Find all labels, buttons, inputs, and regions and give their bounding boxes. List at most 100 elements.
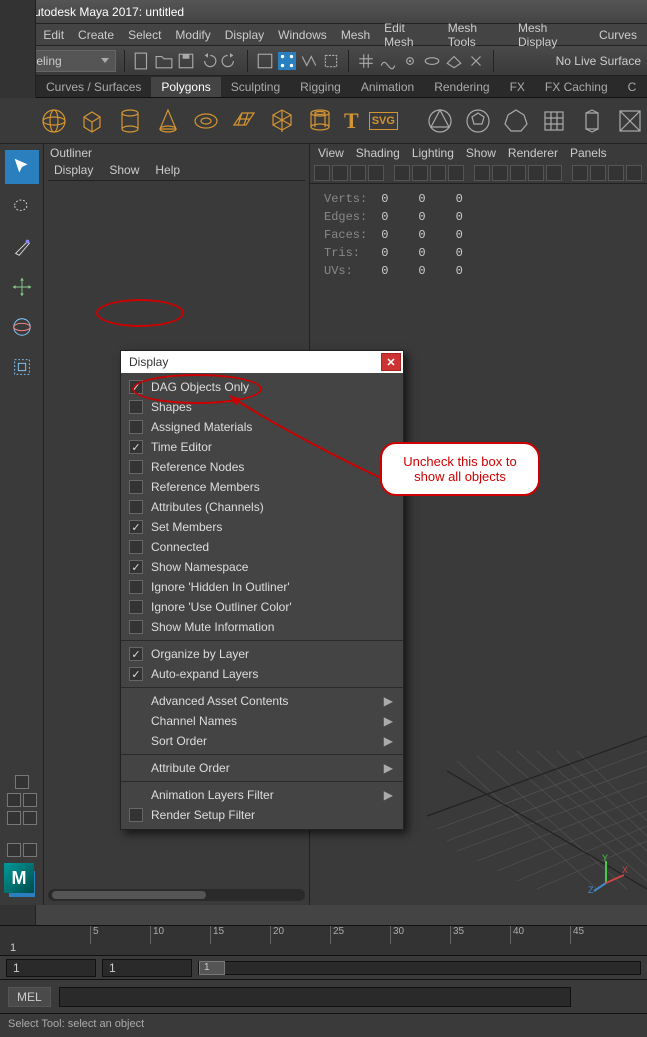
display-menu-item[interactable]: Time Editor <box>121 437 403 457</box>
viewport-option-icon[interactable] <box>430 165 446 181</box>
layout-preset-icon[interactable] <box>15 775 29 789</box>
outliner-menu-show[interactable]: Show <box>109 163 139 177</box>
viewport-option-icon[interactable] <box>590 165 606 181</box>
command-language-chip[interactable]: MEL <box>8 987 51 1007</box>
menu-windows[interactable]: Windows <box>278 28 327 42</box>
range-start-field[interactable]: 1 <box>6 959 96 977</box>
shelf-tab-rendering[interactable]: Rendering <box>424 77 499 97</box>
shelf-tab-sculpting[interactable]: Sculpting <box>221 77 290 97</box>
poly-pipe-icon[interactable] <box>306 106 334 136</box>
viewport-option-icon[interactable] <box>412 165 428 181</box>
display-menu-item[interactable]: Show Mute Information <box>121 617 403 637</box>
layout-preset-icon[interactable] <box>7 843 21 857</box>
menu-create[interactable]: Create <box>78 28 114 42</box>
poly-cone-icon[interactable] <box>154 106 182 136</box>
time-slider[interactable]: 51015202530354045 1 <box>0 925 647 955</box>
superellipse-icon[interactable] <box>502 106 530 136</box>
menu-checkbox[interactable] <box>129 540 143 554</box>
outliner-menu-help[interactable]: Help <box>155 163 180 177</box>
display-menu-item[interactable]: Reference Nodes <box>121 457 403 477</box>
menu-edit[interactable]: Edit <box>43 28 64 42</box>
display-menu-item[interactable]: Render Setup Filter <box>121 805 403 825</box>
shelf-tab-fxcaching[interactable]: FX Caching <box>535 77 618 97</box>
viewport-option-icon[interactable] <box>350 165 366 181</box>
menu-select[interactable]: Select <box>128 28 161 42</box>
range-animation-start-field[interactable]: 1 <box>102 959 192 977</box>
viewport-option-icon[interactable] <box>332 165 348 181</box>
poly-torus-icon[interactable] <box>192 106 220 136</box>
poly-cube-icon[interactable] <box>78 106 106 136</box>
live-surface-dropdown[interactable]: No Live Surface <box>556 54 641 68</box>
outliner-menu-display[interactable]: Display <box>54 163 93 177</box>
menu-checkbox[interactable] <box>129 380 143 394</box>
poly-type-icon[interactable]: T <box>344 106 359 136</box>
menu-checkbox[interactable] <box>129 620 143 634</box>
display-menu-item[interactable]: DAG Objects Only <box>121 377 403 397</box>
display-menu-item[interactable]: Shapes <box>121 397 403 417</box>
viewport-option-icon[interactable] <box>314 165 330 181</box>
menu-checkbox[interactable] <box>129 480 143 494</box>
menu-curves[interactable]: Curves <box>599 28 637 42</box>
menu-checkbox[interactable] <box>129 520 143 534</box>
display-menu-item[interactable]: Organize by Layer <box>121 644 403 664</box>
viewport-option-icon[interactable] <box>492 165 508 181</box>
scale-tool[interactable] <box>5 350 39 384</box>
menu-checkbox[interactable] <box>129 420 143 434</box>
menu-checkbox[interactable] <box>129 440 143 454</box>
command-input[interactable] <box>59 987 571 1007</box>
snap-point-icon[interactable] <box>401 52 419 70</box>
viewport-option-icon[interactable] <box>528 165 544 181</box>
viewport-option-icon[interactable] <box>608 165 624 181</box>
menu-checkbox[interactable] <box>129 647 143 661</box>
viewport-menu-shading[interactable]: Shading <box>356 146 400 160</box>
display-menu-item[interactable]: Ignore 'Hidden In Outliner' <box>121 577 403 597</box>
shelf-tab-fx[interactable]: FX <box>500 77 535 97</box>
snap-plane-icon[interactable] <box>445 52 463 70</box>
new-scene-icon[interactable] <box>133 52 151 70</box>
move-tool[interactable] <box>5 270 39 304</box>
viewport-option-icon[interactable] <box>394 165 410 181</box>
popup-titlebar[interactable]: Display ✕ <box>121 351 403 373</box>
open-scene-icon[interactable] <box>155 52 173 70</box>
snap-live-icon[interactable] <box>467 52 485 70</box>
viewport-menu-panels[interactable]: Panels <box>570 146 607 160</box>
viewport-option-icon[interactable] <box>368 165 384 181</box>
viewport-menu-renderer[interactable]: Renderer <box>508 146 558 160</box>
select-by-object-icon[interactable] <box>256 52 274 70</box>
paint-select-tool[interactable] <box>5 230 39 264</box>
menu-checkbox[interactable] <box>129 580 143 594</box>
display-menu-item[interactable]: Show Namespace <box>121 557 403 577</box>
display-menu-item[interactable]: Set Members <box>121 517 403 537</box>
menu-checkbox[interactable] <box>129 460 143 474</box>
range-knob[interactable]: 1 <box>199 961 225 975</box>
display-menu-item[interactable]: Attribute Order▶ <box>121 758 403 778</box>
undo-icon[interactable] <box>199 52 217 70</box>
poly-plane-icon[interactable] <box>230 106 258 136</box>
close-icon[interactable]: ✕ <box>381 353 401 371</box>
menu-checkbox[interactable] <box>129 667 143 681</box>
poly-cylinder-icon[interactable] <box>116 106 144 136</box>
lasso-tool[interactable] <box>5 190 39 224</box>
menu-modify[interactable]: Modify <box>175 28 210 42</box>
layout-preset-icon[interactable] <box>7 793 21 807</box>
display-menu-item[interactable]: Attributes (Channels) <box>121 497 403 517</box>
select-by-hierarchy-icon[interactable] <box>300 52 318 70</box>
select-tool[interactable] <box>5 150 39 184</box>
outliner-horizontal-scrollbar[interactable] <box>48 889 305 901</box>
viewport-menu-show[interactable]: Show <box>466 146 496 160</box>
layout-preset-icon[interactable] <box>7 811 21 825</box>
viewport-menu-view[interactable]: View <box>318 146 344 160</box>
shelf-tab-custom[interactable]: C <box>618 77 647 97</box>
prism-icon[interactable] <box>616 106 644 136</box>
menu-edit-mesh[interactable]: Edit Mesh <box>384 21 434 49</box>
display-menu-item[interactable]: Reference Members <box>121 477 403 497</box>
shelf-tab-rigging[interactable]: Rigging <box>290 77 351 97</box>
shelf-tab-animation[interactable]: Animation <box>351 77 424 97</box>
display-menu-item[interactable]: Animation Layers Filter▶ <box>121 785 403 805</box>
display-menu-item[interactable]: Sort Order▶ <box>121 731 403 751</box>
shelf-tab-curves[interactable]: Curves / Surfaces <box>36 77 151 97</box>
display-menu-item[interactable]: Ignore 'Use Outliner Color' <box>121 597 403 617</box>
helix-icon[interactable] <box>540 106 568 136</box>
layout-preset-icon[interactable] <box>23 811 37 825</box>
menu-mesh-display[interactable]: Mesh Display <box>518 21 585 49</box>
